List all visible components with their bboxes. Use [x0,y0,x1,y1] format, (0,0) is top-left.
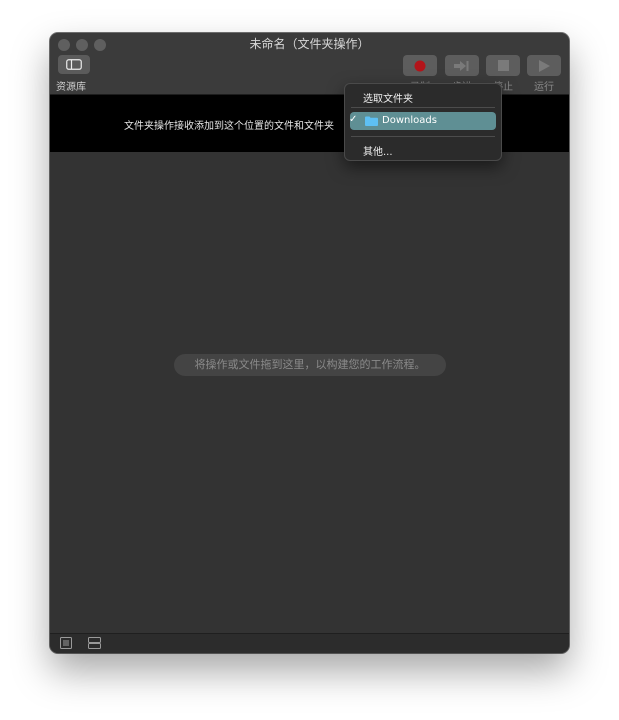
step-button[interactable] [445,55,479,76]
record-button[interactable] [403,55,437,76]
checkmark-icon: ✓ [349,114,358,125]
folder-action-prompt: 文件夹操作接收添加到这个位置的文件和文件夹 [124,121,334,132]
menu-separator [351,107,495,108]
stop-button[interactable] [486,55,520,76]
run-icon [538,59,550,72]
library-toggle-button[interactable] [58,55,90,74]
workflow-empty-hint: 将操作或文件拖到这里，以构建您的工作流程。 [174,354,446,376]
menu-item-other[interactable]: 其他... [345,140,501,158]
downloads-label: Downloads [382,115,437,126]
folder-icon [365,116,378,126]
workflow-canvas[interactable]: 将操作或文件拖到这里，以构建您的工作流程。 [50,152,569,633]
run-label: 运行 [534,82,554,93]
stop-icon [497,60,509,71]
other-label: 其他... [363,147,393,158]
folder-choice-menu: 选取文件夹 ✓ Downloads 其他... [344,83,502,161]
menu-separator [351,136,495,137]
menu-item-choose-folder[interactable]: 选取文件夹 [345,87,501,105]
library-label: 资源库 [56,82,86,93]
list-view-icon[interactable] [60,637,72,649]
bottom-bar [50,633,569,653]
step-icon [454,60,469,71]
run-button[interactable] [527,55,561,76]
split-view-icon[interactable] [88,637,101,649]
menu-header-label: 选取文件夹 [363,94,413,105]
sidebar-icon [66,59,82,70]
record-icon [414,60,426,71]
window-title: 未命名（文件夹操作） [249,37,370,51]
